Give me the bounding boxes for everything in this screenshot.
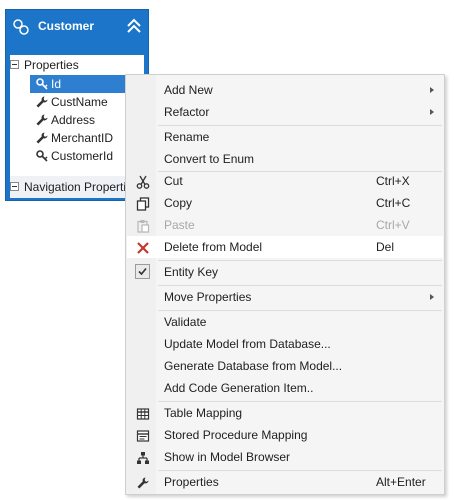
property-label: CustomerId — [51, 149, 114, 163]
property-label: CustName — [51, 95, 108, 109]
submenu-arrow-icon — [430, 109, 434, 115]
menu-item-label: Cut — [164, 174, 183, 188]
properties-section-label: Properties — [24, 58, 79, 72]
wrench-icon — [136, 475, 150, 489]
expand-expander-icon[interactable] — [10, 182, 19, 191]
menu-item-label: Entity Key — [164, 265, 219, 279]
properties-panel: Properties Id CustName Address MerchantI… — [10, 55, 144, 176]
menu-item-shortcut: Ctrl+X — [376, 174, 410, 188]
submenu-arrow-icon — [430, 87, 434, 93]
property-label: Id — [51, 77, 62, 91]
menu-item-rename[interactable]: Rename — [127, 126, 443, 148]
property-label: Address — [51, 113, 96, 127]
menu-item-show-in-model-browser[interactable]: Show in Model Browser — [127, 446, 443, 468]
menu-item-label: Delete from Model — [164, 240, 263, 254]
menu-item-add-new[interactable]: Add New — [127, 79, 443, 101]
menu-item-label: Stored Procedure Mapping — [164, 428, 308, 442]
menu-item-label: Convert to Enum — [164, 152, 255, 166]
collapse-up-icon[interactable] — [126, 18, 142, 34]
key-icon — [35, 149, 49, 163]
menu-item-table-mapping[interactable]: Table Mapping — [127, 402, 443, 424]
paste-icon — [136, 218, 150, 233]
property-label: MerchantID — [51, 131, 114, 145]
menu-item-generate-database[interactable]: Generate Database from Model... — [127, 355, 443, 377]
menu-item-move-properties[interactable]: Move Properties — [127, 286, 443, 308]
wrench-icon — [35, 131, 49, 145]
wrench-icon — [35, 95, 49, 109]
menu-item-copy[interactable]: Copy Ctrl+C — [127, 192, 443, 214]
navigation-properties-section[interactable]: Navigation Properties — [10, 176, 144, 198]
menu-item-delete-from-model[interactable]: Delete from Model Del — [127, 236, 443, 258]
menu-item-label: Validate — [164, 315, 207, 329]
menu-item-shortcut: Del — [376, 240, 395, 254]
menu-item-label: Move Properties — [164, 290, 252, 304]
table-mapping-icon — [136, 406, 150, 420]
navigation-section-label: Navigation Properties — [24, 180, 139, 194]
menu-item-entity-key[interactable]: Entity Key — [127, 261, 443, 283]
key-icon — [35, 77, 49, 91]
submenu-arrow-icon — [430, 294, 434, 300]
menu-item-label: Paste — [164, 218, 195, 232]
stored-procedure-icon — [136, 428, 150, 442]
menu-item-properties[interactable]: Properties Alt+Enter — [127, 471, 443, 493]
entity-header[interactable]: Customer — [6, 10, 148, 50]
collapse-expander-icon[interactable] — [10, 60, 19, 69]
entity-icon — [12, 18, 30, 36]
checkmark-icon — [135, 264, 150, 279]
menu-item-refactor[interactable]: Refactor — [127, 101, 443, 123]
menu-item-stored-procedure-mapping[interactable]: Stored Procedure Mapping — [127, 424, 443, 446]
menu-item-label: Table Mapping — [164, 406, 243, 420]
menu-item-label: Refactor — [164, 105, 210, 119]
menu-item-shortcut: Ctrl+C — [376, 196, 411, 210]
entity-title: Customer — [38, 19, 95, 33]
menu-item-label: Properties — [164, 475, 219, 489]
menu-item-paste[interactable]: Paste Ctrl+V — [127, 214, 443, 236]
menu-item-label: Add New — [164, 83, 213, 97]
menu-item-label: Generate Database from Model... — [164, 359, 343, 373]
menu-item-cut[interactable]: Cut Ctrl+X — [127, 170, 443, 192]
menu-item-label: Copy — [164, 196, 193, 210]
menu-item-shortcut: Ctrl+V — [376, 218, 410, 232]
delete-x-icon — [136, 240, 150, 254]
wrench-icon — [35, 113, 49, 127]
menu-item-shortcut: Alt+Enter — [376, 475, 426, 489]
menu-item-label: Add Code Generation Item.. — [164, 381, 314, 395]
menu-item-label: Update Model from Database... — [164, 337, 331, 351]
scissors-icon — [136, 174, 150, 189]
menu-item-convert-to-enum[interactable]: Convert to Enum — [127, 148, 443, 170]
context-menu: Add New Refactor Rename Convert to Enum … — [125, 74, 445, 495]
menu-item-update-model[interactable]: Update Model from Database... — [127, 333, 443, 355]
menu-item-label: Rename — [164, 130, 210, 144]
model-browser-icon — [136, 450, 150, 464]
menu-item-validate[interactable]: Validate — [127, 311, 443, 333]
copy-icon — [136, 196, 150, 211]
menu-item-label: Show in Model Browser — [164, 450, 291, 464]
menu-item-add-code-generation[interactable]: Add Code Generation Item.. — [127, 377, 443, 399]
